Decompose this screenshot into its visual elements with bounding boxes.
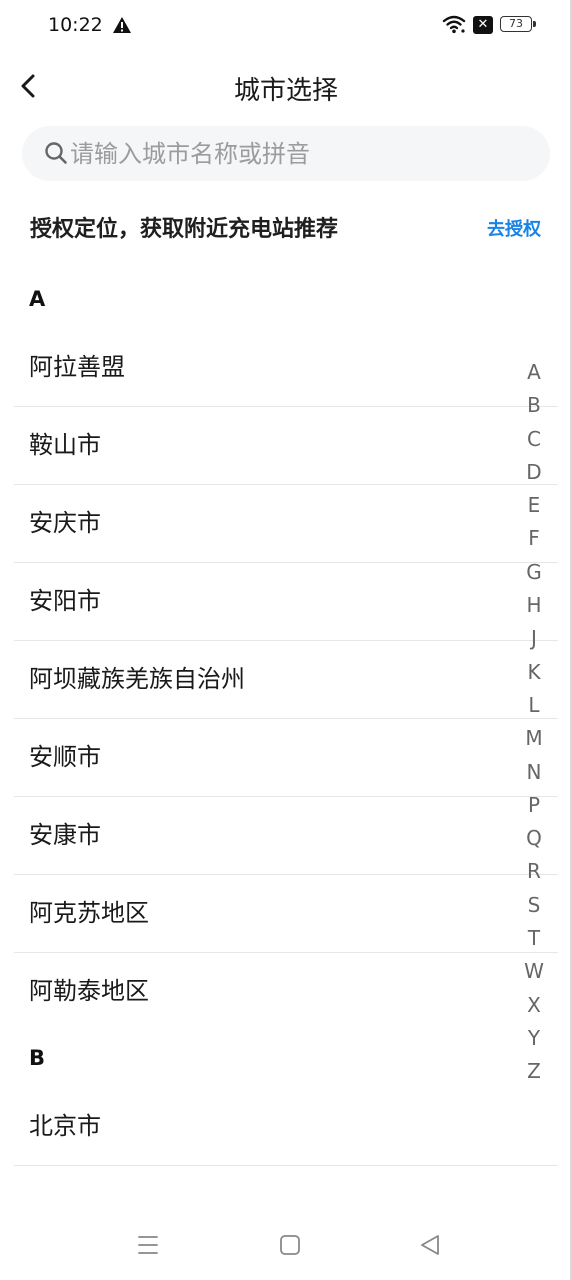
city-item[interactable]: 阿拉善盟 [14, 329, 558, 407]
authorize-location-link[interactable]: 去授权 [487, 215, 541, 241]
index-letter[interactable]: D [518, 456, 550, 489]
status-bar: 10:22 ✕ 73 [0, 0, 572, 52]
index-letter[interactable]: G [518, 556, 550, 589]
city-name: 阿克苏地区 [29, 899, 149, 927]
system-nav-bar [0, 1215, 572, 1275]
battery-tip [533, 21, 536, 27]
index-letter[interactable]: L [518, 689, 550, 722]
alphabet-index[interactable]: A B C D E F G H J K L M N P Q R S T W X … [518, 356, 550, 1089]
city-item[interactable]: 阿坝藏族羌族自治州 [14, 641, 558, 719]
wifi-icon [442, 15, 466, 34]
index-letter[interactable]: C [518, 423, 550, 456]
city-item[interactable]: 北京市 [14, 1088, 558, 1166]
search-bar[interactable] [22, 126, 550, 181]
city-name: 鞍山市 [29, 431, 101, 459]
city-item[interactable]: 安康市 [14, 797, 558, 875]
city-item[interactable]: 阿克苏地区 [14, 875, 558, 953]
divider [14, 1165, 558, 1166]
index-letter[interactable]: H [518, 589, 550, 622]
index-letter[interactable]: X [518, 989, 550, 1022]
city-name: 安阳市 [29, 587, 101, 615]
city-name: 阿坝藏族羌族自治州 [29, 665, 245, 693]
section-header-b: B [29, 1046, 46, 1070]
back-triangle-icon[interactable] [416, 1231, 444, 1259]
warning-icon [113, 17, 131, 33]
index-letter[interactable]: M [518, 722, 550, 755]
no-sim-icon: ✕ [473, 16, 493, 34]
index-letter[interactable]: A [518, 356, 550, 389]
status-time: 10:22 [48, 14, 103, 36]
city-name: 阿拉善盟 [29, 353, 125, 381]
city-name: 安庆市 [29, 509, 101, 537]
index-letter[interactable]: Y [518, 1022, 550, 1055]
index-letter[interactable]: N [518, 756, 550, 789]
city-name: 安康市 [29, 821, 101, 849]
city-name: 安顺市 [29, 743, 101, 771]
page-title: 城市选择 [233, 76, 338, 106]
city-item[interactable]: 安庆市 [14, 485, 558, 563]
search-icon [45, 142, 67, 164]
city-item[interactable]: 阿勒泰地区 [14, 953, 558, 1031]
index-letter[interactable]: P [518, 789, 550, 822]
home-icon[interactable] [276, 1231, 304, 1259]
section-header-a: A [29, 287, 46, 311]
battery-icon: 73 [500, 16, 532, 32]
index-letter[interactable]: E [518, 489, 550, 522]
city-item[interactable]: 安顺市 [14, 719, 558, 797]
index-letter[interactable]: Q [518, 822, 550, 855]
index-letter[interactable]: S [518, 889, 550, 922]
index-letter[interactable]: B [518, 389, 550, 422]
menu-icon[interactable] [134, 1231, 162, 1259]
city-name: 北京市 [29, 1112, 101, 1140]
location-prompt: 授权定位，获取附近充电站推荐 [30, 217, 339, 242]
city-name: 阿勒泰地区 [29, 977, 149, 1005]
city-item[interactable]: 鞍山市 [14, 407, 558, 485]
index-letter[interactable]: W [518, 955, 550, 988]
index-letter[interactable]: J [518, 622, 550, 655]
index-letter[interactable]: T [518, 922, 550, 955]
index-letter[interactable]: K [518, 656, 550, 689]
city-item[interactable]: 安阳市 [14, 563, 558, 641]
index-letter[interactable]: F [518, 522, 550, 555]
index-letter[interactable]: R [518, 855, 550, 888]
battery-level: 73 [509, 17, 523, 30]
search-input[interactable] [68, 134, 532, 174]
index-letter[interactable]: Z [518, 1055, 550, 1088]
